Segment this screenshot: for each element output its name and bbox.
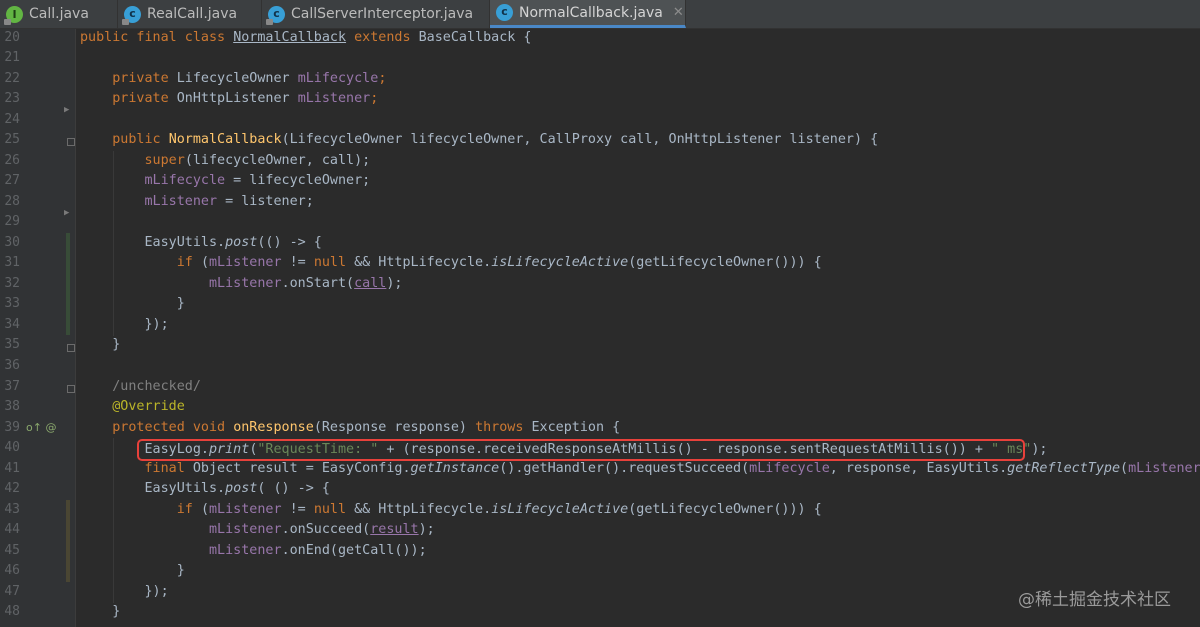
line-number: 20 <box>4 30 20 45</box>
watermark: @稀土掘金技术社区 <box>1018 590 1171 610</box>
code-line: EasyUtils.post( () -> { <box>80 481 330 496</box>
line-number: 45 <box>4 543 20 558</box>
code-line: } <box>80 337 121 352</box>
close-tab-icon[interactable]: ✕ <box>673 5 684 20</box>
code-line: } <box>80 604 121 619</box>
line-number: 21 <box>4 50 20 65</box>
line-number: 26 <box>4 153 20 168</box>
code-line: mListener.onEnd(getCall()); <box>209 543 427 558</box>
tab-label: Call.java <box>29 6 89 22</box>
tab-call-java[interactable]: Call.java <box>0 0 118 28</box>
code-line: if (mListener != null && HttpLifecycle.i… <box>80 255 822 270</box>
highlight-annotation-box <box>137 439 1025 461</box>
fold-arrow-icon[interactable]: ▶ <box>64 100 69 120</box>
line-number: 43 <box>4 502 20 517</box>
tab-normalcallback-java[interactable]: NormalCallback.java ✕ <box>490 0 686 28</box>
line-number: 31 <box>4 255 20 270</box>
code-line: }); <box>80 584 169 599</box>
override-gutter-icon[interactable]: o↑ @ <box>26 418 56 438</box>
line-number: 41 <box>4 461 20 476</box>
code-line: mListener.onSucceed(result); <box>209 522 435 537</box>
tab-label: CallServerInterceptor.java <box>291 6 474 22</box>
line-number: 30 <box>4 235 20 250</box>
line-number: 47 <box>4 584 20 599</box>
interface-icon <box>4 5 23 25</box>
fold-toggle-icon[interactable] <box>67 344 75 352</box>
class-icon <box>496 4 513 21</box>
code-line: private OnHttpListener mListener; <box>80 91 379 106</box>
line-number: 32 <box>4 276 20 291</box>
line-number: 48 <box>4 604 20 619</box>
code-line: mListener.onStart(call); <box>209 276 403 291</box>
tab-label: RealCall.java <box>147 6 238 22</box>
line-number: 27 <box>4 173 20 188</box>
line-number: 37 <box>4 379 20 394</box>
code-line: protected void onResponse(Response respo… <box>80 420 621 435</box>
code-line: public final class NormalCallback extend… <box>80 30 532 45</box>
code-line: super(lifecycleOwner, call); <box>80 153 371 168</box>
line-number: 44 <box>4 522 20 537</box>
line-number: 40 <box>4 440 20 455</box>
class-icon <box>266 5 285 25</box>
line-number: 39 <box>4 420 20 435</box>
code-line: }); <box>80 317 169 332</box>
line-number: 34 <box>4 317 20 332</box>
line-number: 36 <box>4 358 20 373</box>
line-number: 22 <box>4 71 20 86</box>
vcs-change-marker[interactable] <box>66 500 70 582</box>
code-line: mLifecycle = lifecycleOwner; <box>144 173 371 188</box>
code-line: private LifecycleOwner mLifecycle; <box>80 71 387 86</box>
code-line: } <box>80 563 185 578</box>
line-number: 46 <box>4 563 20 578</box>
line-number: 24 <box>4 112 20 127</box>
tab-callserverinterceptor-java[interactable]: CallServerInterceptor.java <box>262 0 490 28</box>
fold-toggle-icon[interactable] <box>67 385 75 393</box>
code-line: /unchecked/ <box>80 379 201 394</box>
code-line: public NormalCallback(LifecycleOwner lif… <box>80 132 879 147</box>
editor-tab-bar: Call.java RealCall.java CallServerInterc… <box>0 0 1200 29</box>
code-line: } <box>80 296 185 311</box>
line-number: 42 <box>4 481 20 496</box>
line-number: 25 <box>4 132 20 147</box>
vcs-change-marker[interactable] <box>66 233 70 335</box>
line-number: 35 <box>4 337 20 352</box>
class-icon <box>122 5 141 25</box>
code-line: @Override <box>80 399 185 414</box>
code-line: final Object result = EasyConfig.getInst… <box>80 461 1200 476</box>
code-line: mListener = listener; <box>144 194 314 209</box>
line-number: 28 <box>4 194 20 209</box>
tab-label: NormalCallback.java <box>519 4 663 21</box>
tab-realcall-java[interactable]: RealCall.java <box>118 0 262 28</box>
code-line: EasyUtils.post(() -> { <box>80 235 322 250</box>
line-number: 33 <box>4 296 20 311</box>
fold-toggle-icon[interactable] <box>67 138 75 146</box>
line-number: 38 <box>4 399 20 414</box>
fold-arrow-icon[interactable]: ▶ <box>64 203 69 223</box>
line-number: 29 <box>4 214 20 229</box>
line-number: 23 <box>4 91 20 106</box>
code-line: if (mListener != null && HttpLifecycle.i… <box>80 502 822 517</box>
